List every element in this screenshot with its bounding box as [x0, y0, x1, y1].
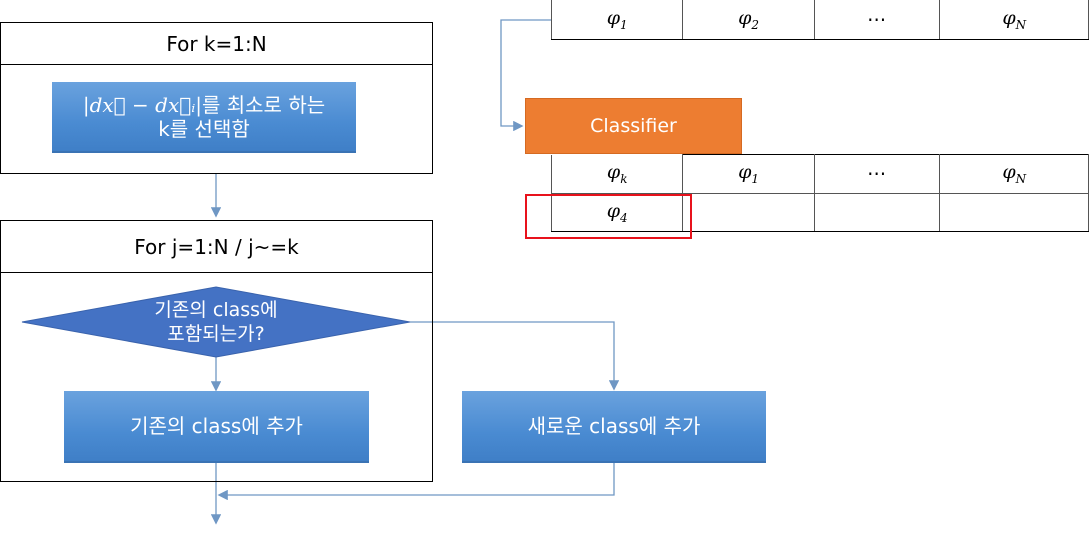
select-k-box[interactable]: |dx⃗ − dx⃗ᵢ|를 최소로 하는 k를 선택함 [52, 82, 356, 153]
input-cell-phi-2: φ2 [682, 0, 815, 40]
output-cell-ellipsis: ⋯ [813, 154, 941, 194]
decision-line1: 기존의 class에 [154, 299, 278, 321]
classifier-box[interactable]: Classifier [525, 98, 742, 154]
input-feature-table: φ1 φ2 ⋯ φN [550, 0, 1089, 40]
add-new-class-box[interactable]: 새로운 class에 추가 [462, 391, 766, 463]
input-cell-phi-1: φ1 [550, 0, 684, 40]
select-k-line1: |dx⃗ − dx⃗ᵢ|를 최소로 하는 [83, 93, 325, 117]
arrow-decision-no [410, 321, 620, 391]
input-cell-phi-n: φN [939, 0, 1089, 40]
output-cell-phi-k: φk [550, 154, 684, 194]
select-k-line1-text: 를 최소로 하는 [202, 92, 326, 117]
output-cell-phi-1: φ1 [682, 154, 815, 194]
output-cell-empty-1 [682, 192, 815, 232]
output-cell-empty-2 [813, 192, 941, 232]
input-table-row: φ1 φ2 ⋯ φN [550, 0, 1089, 40]
output-cell-empty-3 [939, 192, 1089, 232]
input-cell-ellipsis: ⋯ [813, 0, 941, 40]
output-table-row-1: φk φ1 ⋯ φN [550, 154, 1089, 194]
distance-formula: |dx⃗ − dx⃗ᵢ| [82, 92, 202, 117]
add-existing-class-box[interactable]: 기존의 class에 추가 [64, 391, 369, 463]
highlight-frame [525, 194, 692, 239]
select-k-line2: k를 선택함 [158, 116, 250, 141]
decision-label[interactable]: 기존의 class에 포함되는가? [110, 295, 322, 349]
outer-loop-header: For k=1:N [1, 23, 432, 65]
decision-line2: 포함되는가? [167, 323, 265, 345]
inner-loop-header: For j=1:N / j~=k [1, 221, 432, 273]
output-cell-phi-n: φN [939, 154, 1089, 194]
